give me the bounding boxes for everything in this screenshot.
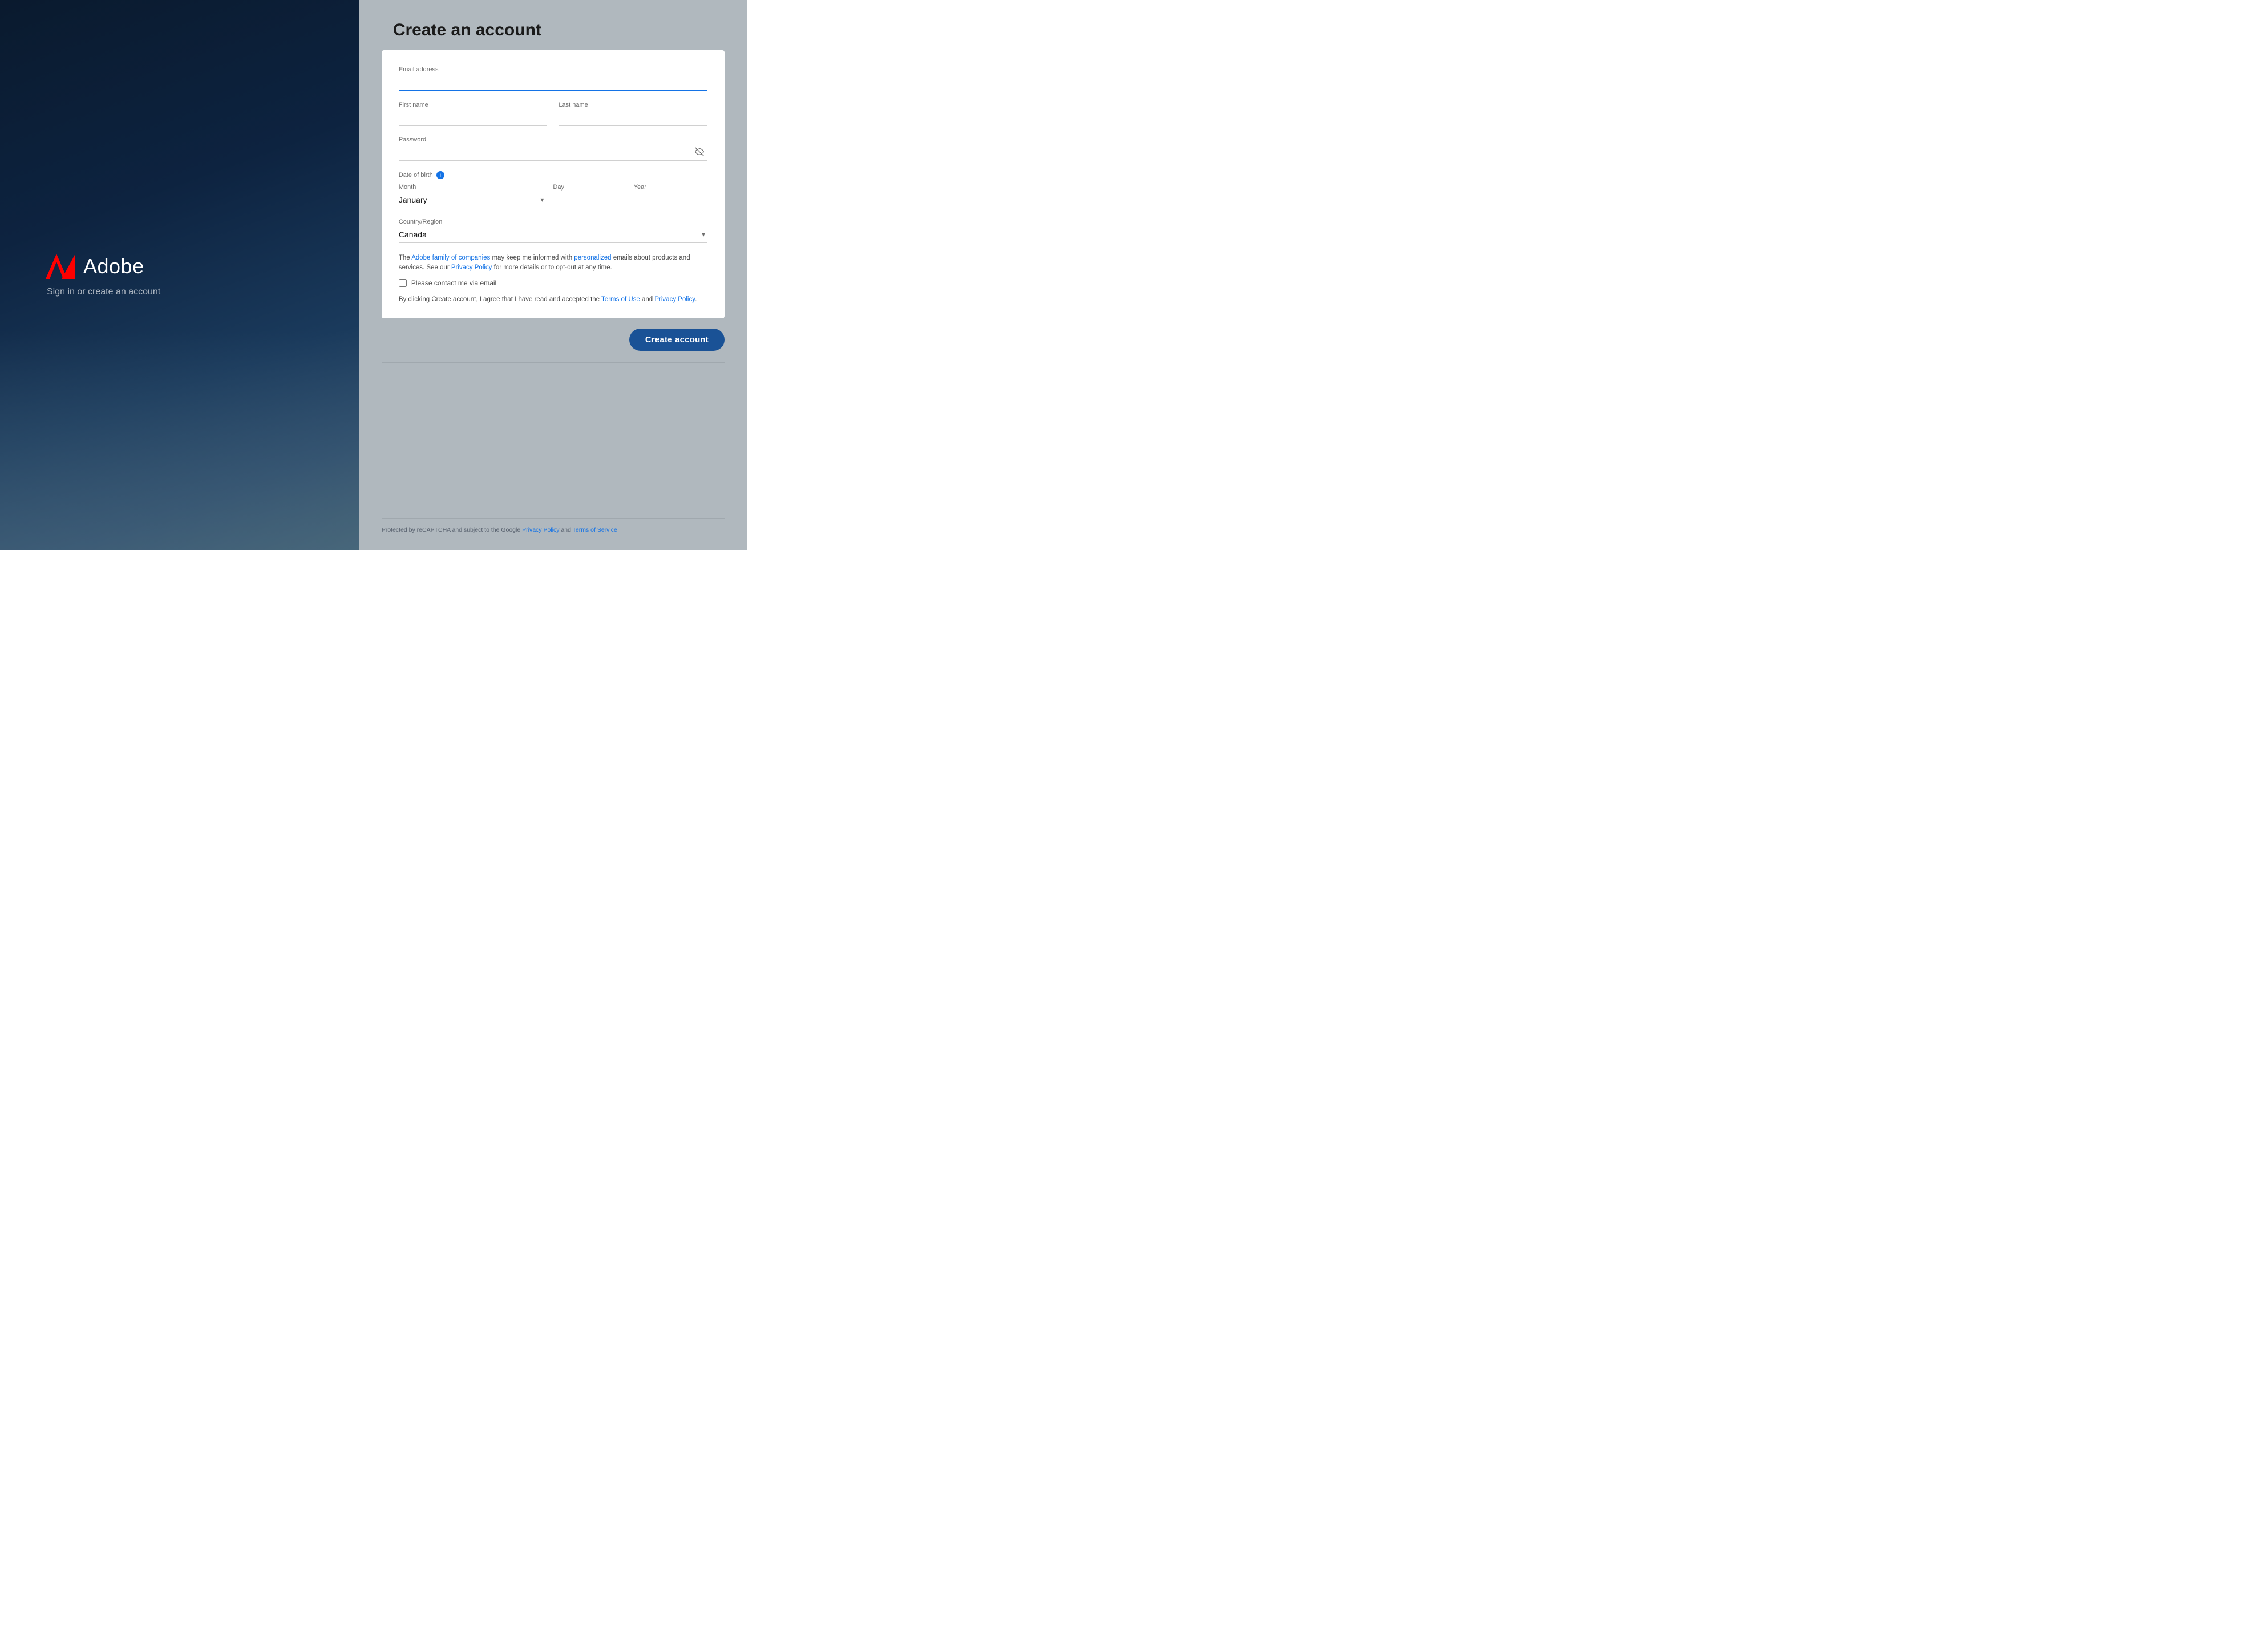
email-input[interactable]	[399, 75, 707, 91]
email-label: Email address	[399, 66, 707, 73]
form-card: Email address First name Last name Passw…	[382, 50, 725, 318]
first-name-input[interactable]	[399, 111, 548, 126]
year-input[interactable]	[634, 193, 707, 208]
contact-checkbox-row: Please contact me via email	[399, 279, 707, 287]
recaptcha-terms-link[interactable]: Terms of Service	[573, 527, 617, 533]
email-field-group: Email address	[399, 66, 707, 91]
country-field-group: Country/Region Canada United States Unit…	[399, 218, 707, 243]
password-field-group: Password	[399, 136, 707, 161]
eye-slash-icon[interactable]	[694, 147, 705, 156]
password-wrapper	[399, 145, 707, 161]
last-name-label: Last name	[559, 102, 707, 108]
create-account-button[interactable]: Create account	[629, 329, 725, 351]
contact-checkbox-label: Please contact me via email	[411, 279, 496, 287]
dob-month-group: Month January February March April May J…	[399, 184, 547, 208]
right-panel: Create an account Email address First na…	[359, 0, 747, 550]
dob-info-icon[interactable]: i	[436, 171, 444, 179]
footer-text: Protected by reCAPTCHA and subject to th…	[382, 518, 725, 533]
day-input[interactable]	[553, 193, 626, 208]
first-name-field-group: First name	[399, 102, 548, 126]
month-select[interactable]: January February March April May June Ju…	[399, 193, 547, 208]
country-label: Country/Region	[399, 218, 707, 225]
dob-year-group: Year	[634, 184, 707, 208]
dob-field-group: Date of birth i Month January February M…	[399, 171, 707, 208]
dob-label-row: Date of birth i	[399, 171, 707, 179]
page-title: Create an account	[393, 21, 541, 40]
footer-divider	[382, 362, 725, 363]
contact-checkbox[interactable]	[399, 279, 407, 287]
privacy-policy-link-1[interactable]: Privacy Policy	[451, 264, 492, 271]
country-select[interactable]: Canada United States United Kingdom Aust…	[399, 228, 707, 243]
year-label: Year	[634, 184, 707, 191]
month-label: Month	[399, 184, 547, 191]
personalized-link[interactable]: personalized	[574, 254, 611, 261]
privacy-policy-link-2[interactable]: Privacy Policy	[654, 296, 695, 303]
terms-of-use-link[interactable]: Terms of Use	[601, 296, 640, 303]
recaptcha-privacy-link[interactable]: Privacy Policy	[522, 527, 559, 533]
month-select-wrapper: January February March April May June Ju…	[399, 193, 547, 208]
adobe-wordmark: Adobe	[83, 254, 144, 278]
left-panel: Adobe Sign in or create an account	[0, 0, 388, 550]
password-label: Password	[399, 136, 707, 143]
name-row: First name Last name	[399, 102, 707, 136]
first-name-label: First name	[399, 102, 548, 108]
day-label: Day	[553, 184, 626, 191]
create-btn-wrapper: Create account	[382, 329, 725, 351]
last-name-field-group: Last name	[559, 102, 707, 126]
last-name-input[interactable]	[559, 111, 707, 126]
password-input[interactable]	[399, 145, 707, 161]
dob-label: Date of birth	[399, 172, 433, 179]
country-select-wrapper: Canada United States United Kingdom Aust…	[399, 228, 707, 243]
adobe-family-link[interactable]: Adobe family of companies	[411, 254, 490, 261]
adobe-tagline: Sign in or create an account	[47, 287, 388, 297]
adobe-icon	[46, 254, 75, 279]
dob-day-group: Day	[553, 184, 626, 208]
consent-text: The Adobe family of companies may keep m…	[399, 253, 707, 273]
agreement-text: By clicking Create account, I agree that…	[399, 295, 707, 305]
dob-row: Month January February March April May J…	[399, 184, 707, 208]
adobe-logo-group: Adobe	[46, 254, 388, 279]
